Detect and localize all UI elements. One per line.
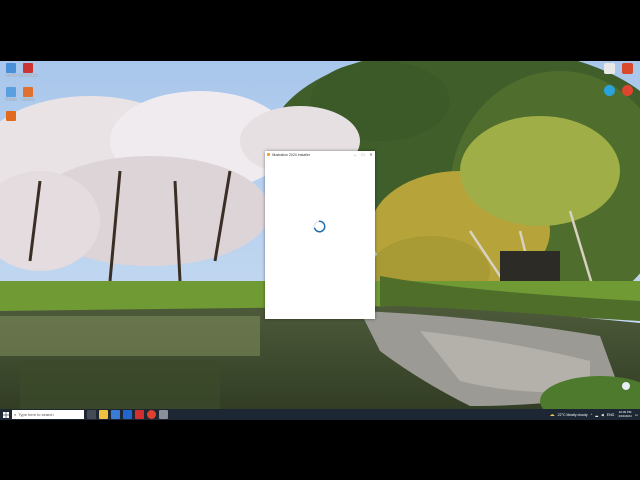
store-icon[interactable] xyxy=(123,410,132,419)
windows-start-icon xyxy=(2,411,9,418)
app-icon xyxy=(23,87,33,97)
network-icon[interactable]: ▂ xyxy=(595,413,598,417)
document-icon xyxy=(23,63,33,73)
desktop-file-icon[interactable] xyxy=(604,63,615,74)
volume-icon[interactable]: ◀ xyxy=(601,413,604,417)
chrome-icon[interactable] xyxy=(622,85,633,96)
desktop-icon-label: Network xyxy=(5,97,17,101)
tray-chevron-icon[interactable]: ^ xyxy=(591,413,593,417)
desktop-pdf-icon[interactable] xyxy=(622,63,633,74)
minimize-button[interactable]: – xyxy=(351,151,359,158)
app-icon xyxy=(267,153,270,156)
system-tray: ☁ 22°C Mostly cloudy ^ ▂ ◀ ENG 10:09 PM … xyxy=(550,409,638,420)
desktop-icon-label: Adobe Reader xyxy=(18,73,38,77)
desktop-icon-adobe-reader[interactable]: Adobe Reader xyxy=(17,63,39,87)
clock[interactable]: 10:09 PM 4/16/2024 xyxy=(618,410,632,418)
desktop-widget-icon[interactable] xyxy=(622,382,630,390)
computer-icon xyxy=(6,63,16,73)
desktop-icon-label: Illustrator xyxy=(21,97,35,101)
taskbar: ⌕ Type here to search ☁ 22°C Mostly clou… xyxy=(0,409,640,420)
start-button[interactable] xyxy=(0,409,11,420)
mail-icon[interactable] xyxy=(111,410,120,419)
desktop-icon-illustrator[interactable]: Illustrator xyxy=(17,87,39,111)
file-explorer-icon[interactable] xyxy=(99,410,108,419)
close-button[interactable]: ✕ xyxy=(367,151,375,158)
network-icon xyxy=(6,87,16,97)
app-red-icon[interactable] xyxy=(135,410,144,419)
clock-date: 4/16/2024 xyxy=(618,413,632,418)
task-view-icon[interactable] xyxy=(87,410,96,419)
search-icon: ⌕ xyxy=(14,412,17,417)
search-placeholder: Type here to search xyxy=(18,412,54,417)
desktop-icon-label: This PC xyxy=(5,73,17,77)
installer-window[interactable]: Illustration 2024 Installer – □ ✕ xyxy=(265,151,375,319)
window-controls: – □ ✕ xyxy=(351,151,375,158)
weather-icon[interactable]: ☁ xyxy=(550,412,555,418)
desktop-screen: This PC Adobe Reader Network Illustrator… xyxy=(0,61,640,420)
language-indicator[interactable]: ENG xyxy=(607,413,615,417)
app-icon xyxy=(6,111,16,121)
chrome-icon[interactable] xyxy=(147,410,156,419)
window-title: Illustration 2024 Installer xyxy=(272,152,310,157)
loading-spinner-icon xyxy=(313,220,326,233)
weather-text[interactable]: 22°C Mostly cloudy xyxy=(558,413,588,417)
notification-icon[interactable]: ▭ xyxy=(635,413,638,417)
window-title-bar[interactable]: Illustration 2024 Installer – □ ✕ xyxy=(265,151,375,158)
desktop-icon-extra[interactable] xyxy=(0,111,22,135)
taskbar-search-box[interactable]: ⌕ Type here to search xyxy=(12,410,84,419)
telegram-icon[interactable] xyxy=(604,85,615,96)
installer-icon[interactable] xyxy=(159,410,168,419)
maximize-button[interactable]: □ xyxy=(359,151,367,158)
